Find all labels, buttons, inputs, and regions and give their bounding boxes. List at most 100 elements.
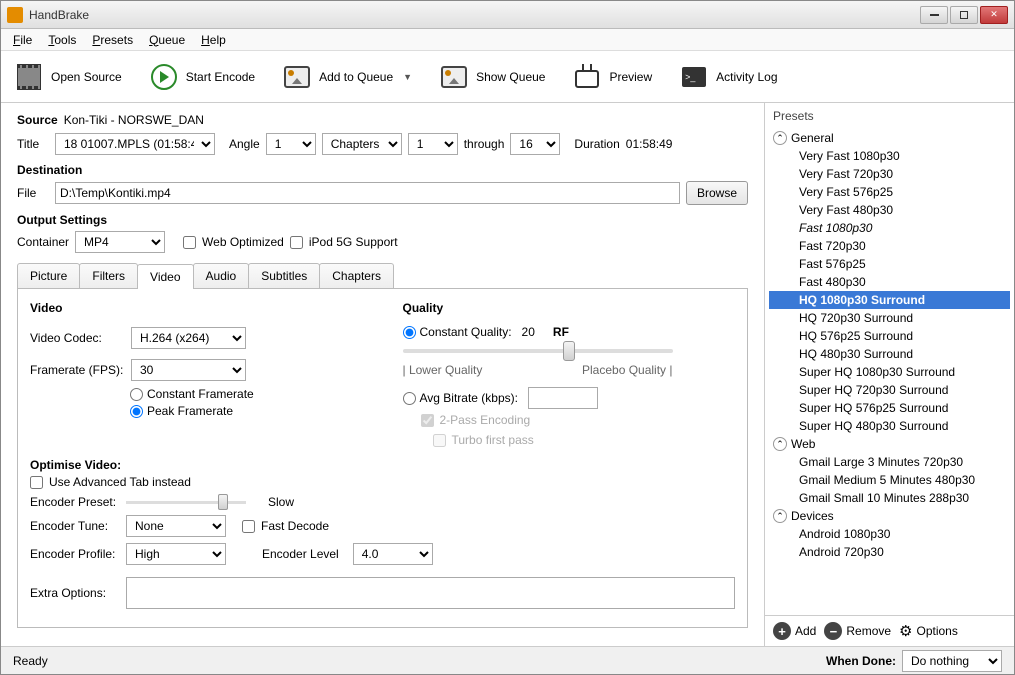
preset-group-label: General	[791, 131, 834, 145]
destination-label: Destination	[17, 163, 748, 177]
angle-select[interactable]: 1	[266, 133, 316, 155]
preset-item[interactable]: Gmail Medium 5 Minutes 480p30	[769, 471, 1010, 489]
chapter-from-select[interactable]: 1	[408, 133, 458, 155]
preset-item[interactable]: Gmail Small 10 Minutes 288p30	[769, 489, 1010, 507]
tab-body-video: Video Video Codec: H.264 (x264) Framerat…	[17, 289, 748, 628]
preset-item[interactable]: Super HQ 576p25 Surround	[769, 399, 1010, 417]
preset-item[interactable]: Fast 480p30	[769, 273, 1010, 291]
container-select[interactable]: MP4	[75, 231, 165, 253]
preset-item[interactable]: Fast 1080p30	[769, 219, 1010, 237]
encoder-preset-value: Slow	[268, 495, 294, 509]
cq-value: 20	[522, 325, 535, 339]
preset-item[interactable]: Very Fast 720p30	[769, 165, 1010, 183]
preset-group-devices[interactable]: ⌃Devices	[769, 507, 1010, 525]
angle-label: Angle	[229, 137, 260, 151]
encoder-profile-select[interactable]: High	[126, 543, 226, 565]
rf-label: RF	[553, 325, 569, 339]
show-queue-button[interactable]: Show Queue	[434, 59, 551, 95]
ipod-check[interactable]: iPod 5G Support	[290, 235, 398, 249]
preset-item[interactable]: Gmail Large 3 Minutes 720p30	[769, 453, 1010, 471]
menu-help[interactable]: Help	[193, 30, 234, 50]
preset-item[interactable]: HQ 480p30 Surround	[769, 345, 1010, 363]
preset-item[interactable]: Super HQ 1080p30 Surround	[769, 363, 1010, 381]
preset-group-general[interactable]: ⌃General	[769, 129, 1010, 147]
encoder-preset-label: Encoder Preset:	[30, 495, 120, 509]
fast-decode-check[interactable]: Fast Decode	[242, 519, 329, 533]
preset-options-button[interactable]: ⚙Options	[899, 622, 958, 640]
toolbar: Open Source Start Encode Add to Queue ▼ …	[1, 51, 1014, 103]
preset-item[interactable]: Very Fast 576p25	[769, 183, 1010, 201]
preset-item[interactable]: HQ 1080p30 Surround	[769, 291, 1010, 309]
browse-button[interactable]: Browse	[686, 181, 748, 205]
fps-select[interactable]: 30	[131, 359, 246, 381]
avg-bitrate-radio[interactable]: Avg Bitrate (kbps):	[403, 387, 736, 409]
preset-item[interactable]: Super HQ 720p30 Surround	[769, 381, 1010, 399]
preset-item[interactable]: Very Fast 1080p30	[769, 147, 1010, 165]
constant-framerate-radio[interactable]: Constant Framerate	[130, 387, 363, 401]
add-queue-button[interactable]: Add to Queue ▼	[277, 59, 418, 95]
tab-picture[interactable]: Picture	[17, 263, 80, 288]
destination-input[interactable]	[55, 182, 680, 204]
presets-panel: Presets ⌃GeneralVery Fast 1080p30Very Fa…	[764, 103, 1014, 646]
encoder-level-select[interactable]: 4.0	[353, 543, 433, 565]
preset-item[interactable]: Android 1080p30	[769, 525, 1010, 543]
tv-icon	[575, 70, 599, 88]
chevron-up-icon: ⌃	[773, 437, 787, 451]
through-label: through	[464, 137, 505, 151]
close-button[interactable]: ✕	[980, 6, 1008, 24]
advanced-tab-check[interactable]: Use Advanced Tab instead	[30, 475, 735, 489]
presets-label: Presets	[765, 103, 1014, 125]
codec-select[interactable]: H.264 (x264)	[131, 327, 246, 349]
preset-tree[interactable]: ⌃GeneralVery Fast 1080p30Very Fast 720p3…	[765, 125, 1014, 615]
chapter-to-select[interactable]: 16	[510, 133, 560, 155]
avg-bitrate-input[interactable]	[528, 387, 598, 409]
extra-options-input[interactable]	[126, 577, 735, 609]
titlebar: HandBrake ✕	[1, 1, 1014, 29]
menu-queue[interactable]: Queue	[141, 30, 193, 50]
title-select[interactable]: 18 01007.MPLS (01:58:48)	[55, 133, 215, 155]
preset-remove-button[interactable]: Remove	[824, 622, 891, 640]
preset-item[interactable]: Fast 576p25	[769, 255, 1010, 273]
tab-subtitles[interactable]: Subtitles	[248, 263, 320, 288]
preview-button[interactable]: Preview	[567, 59, 658, 95]
preset-add-button[interactable]: Add	[773, 622, 816, 640]
encoder-tune-select[interactable]: None	[126, 515, 226, 537]
video-section-label: Video	[30, 301, 363, 315]
when-done-label: When Done:	[826, 654, 896, 668]
tab-filters[interactable]: Filters	[79, 263, 138, 288]
start-encode-label: Start Encode	[186, 70, 255, 84]
preset-item[interactable]: HQ 576p25 Surround	[769, 327, 1010, 345]
tab-chapters[interactable]: Chapters	[319, 263, 394, 288]
activity-log-button[interactable]: Activity Log	[674, 59, 783, 95]
peak-framerate-radio[interactable]: Peak Framerate	[130, 404, 363, 418]
preset-item[interactable]: HQ 720p30 Surround	[769, 309, 1010, 327]
maximize-button[interactable]	[950, 6, 978, 24]
menu-tools[interactable]: Tools	[40, 30, 84, 50]
preset-group-label: Devices	[791, 509, 834, 523]
preset-group-web[interactable]: ⌃Web	[769, 435, 1010, 453]
turbo-check: Turbo first pass	[433, 433, 534, 447]
preset-item[interactable]: Super HQ 480p30 Surround	[769, 417, 1010, 435]
encoder-preset-slider[interactable]	[126, 501, 246, 504]
menu-presets[interactable]: Presets	[84, 30, 141, 50]
menu-file[interactable]: File	[5, 30, 40, 50]
web-optimized-check[interactable]: Web Optimized	[183, 235, 284, 249]
tab-video[interactable]: Video	[137, 264, 193, 289]
duration-label: Duration	[574, 137, 619, 151]
preset-item[interactable]: Very Fast 480p30	[769, 201, 1010, 219]
placebo-quality-label: Placebo Quality |	[582, 363, 673, 377]
preset-item[interactable]: Fast 720p30	[769, 237, 1010, 255]
preset-item[interactable]: Android 720p30	[769, 543, 1010, 561]
open-source-label: Open Source	[51, 70, 122, 84]
open-source-button[interactable]: Open Source	[9, 59, 128, 95]
range-type-select[interactable]: Chapters	[322, 133, 402, 155]
app-icon	[7, 7, 23, 23]
minimize-button[interactable]	[920, 6, 948, 24]
start-encode-button[interactable]: Start Encode	[144, 59, 261, 95]
when-done-select[interactable]: Do nothing	[902, 650, 1002, 672]
film-icon	[17, 64, 41, 90]
quality-slider[interactable]	[403, 349, 673, 353]
container-label: Container	[17, 235, 69, 249]
tab-audio[interactable]: Audio	[193, 263, 250, 288]
constant-quality-radio[interactable]: Constant Quality: 20 RF	[403, 325, 736, 339]
